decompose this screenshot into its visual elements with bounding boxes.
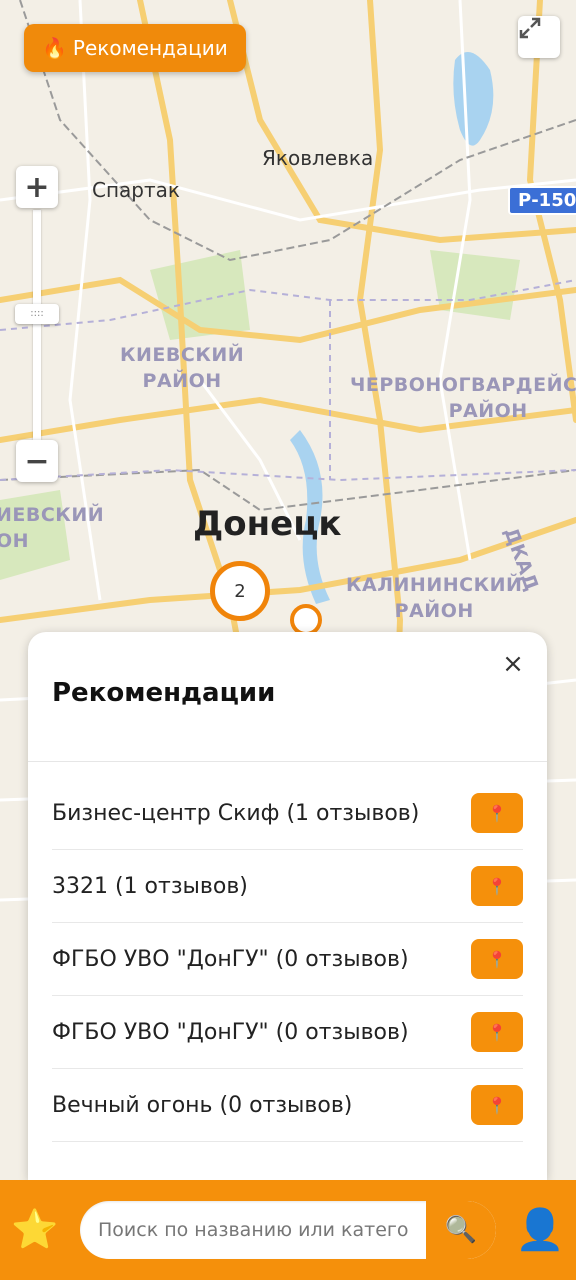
recommendations-panel: × Рекомендации Бизнес-центр Скиф (1 отзы… <box>28 632 547 1180</box>
recommendations-toggle-button[interactable]: 🔥 Рекомендации <box>24 24 246 72</box>
minus-icon: − <box>24 443 50 479</box>
pin-icon: 📍 <box>487 1095 507 1115</box>
pin-icon: 📍 <box>487 803 507 823</box>
pin-icon: 📍 <box>487 1022 507 1042</box>
search-input[interactable] <box>80 1201 425 1259</box>
map-label-kalininsky-district: КАЛИНИНСКИЙ РАЙОН <box>346 574 523 622</box>
plus-icon: + <box>24 169 50 205</box>
show-on-map-button[interactable]: 📍 <box>471 866 523 906</box>
list-item[interactable]: Бизнес-центр Скиф (1 отзывов) 📍 <box>52 777 523 850</box>
list-item[interactable]: Вечный огонь (0 отзывов) 📍 <box>52 1069 523 1142</box>
road-shield-r150: Р-150 <box>508 186 576 215</box>
panel-divider <box>28 761 547 762</box>
map-label-yakovlevka: Яковлевка <box>262 146 374 170</box>
search-button[interactable]: 🔍 <box>426 1201 496 1259</box>
search-icon: 🔍 <box>444 1215 478 1245</box>
map-label-spartak: Спартак <box>92 178 180 202</box>
list-item-name: 3321 (1 отзывов) <box>52 873 248 899</box>
show-on-map-button[interactable]: 📍 <box>471 1012 523 1052</box>
recommendations-list: Бизнес-центр Скиф (1 отзывов) 📍 3321 (1 … <box>52 777 523 1142</box>
map-label-donetsk: Донецк <box>193 504 342 544</box>
list-item-name: ФГБО УВО "ДонГУ" (0 отзывов) <box>52 946 409 972</box>
close-icon[interactable]: × <box>499 650 527 678</box>
list-item-name: Вечный огонь (0 отзывов) <box>52 1092 353 1118</box>
list-item[interactable]: ФГБО УВО "ДонГУ" (0 отзывов) 📍 <box>52 923 523 996</box>
expand-icon <box>519 17 541 39</box>
zoom-out-button[interactable]: − <box>16 440 58 482</box>
pin-icon: 📍 <box>487 876 507 896</box>
list-item-name: ФГБО УВО "ДонГУ" (0 отзывов) <box>52 1019 409 1045</box>
map-label-chervonogvard-district: ЧЕРВОНОГВАРДЕЙСКИЙ РАЙОН <box>350 374 576 422</box>
star-icon: ⭐ <box>11 1206 59 1251</box>
search-bar: 🔍 <box>80 1201 496 1259</box>
pin-icon: 📍 <box>487 949 507 969</box>
list-item[interactable]: ФГБО УВО "ДонГУ" (0 отзывов) 📍 <box>52 996 523 1069</box>
zoom-slider-handle[interactable]: :::: <box>15 304 59 324</box>
fullscreen-button[interactable] <box>518 16 560 58</box>
panel-title: Рекомендации <box>52 678 276 708</box>
zoom-in-button[interactable]: + <box>16 166 58 208</box>
favorites-button[interactable]: ⭐ <box>8 1202 62 1256</box>
cluster-count: 2 <box>234 580 246 602</box>
map-label-kievsky-district: КИЕВСКИЙ РАЙОН <box>120 344 245 392</box>
bottom-bar: ⭐ 🔍 👤 <box>0 1180 576 1280</box>
list-item-name: Бизнес-центр Скиф (1 отзывов) <box>52 800 420 826</box>
user-icon: 👤 <box>515 1206 565 1253</box>
show-on-map-button[interactable]: 📍 <box>471 793 523 833</box>
fire-icon: 🔥 <box>42 36 67 60</box>
map-label-kievsky-edge: ИЕВСКИЙ ОН <box>0 504 105 552</box>
profile-button[interactable]: 👤 <box>514 1202 566 1256</box>
zoom-slider-track[interactable] <box>33 210 41 440</box>
recommendations-toggle-label: Рекомендации <box>72 36 228 60</box>
map-cluster-marker[interactable]: 2 <box>205 556 275 626</box>
list-item[interactable]: 3321 (1 отзывов) 📍 <box>52 850 523 923</box>
show-on-map-button[interactable]: 📍 <box>471 1085 523 1125</box>
show-on-map-button[interactable]: 📍 <box>471 939 523 979</box>
